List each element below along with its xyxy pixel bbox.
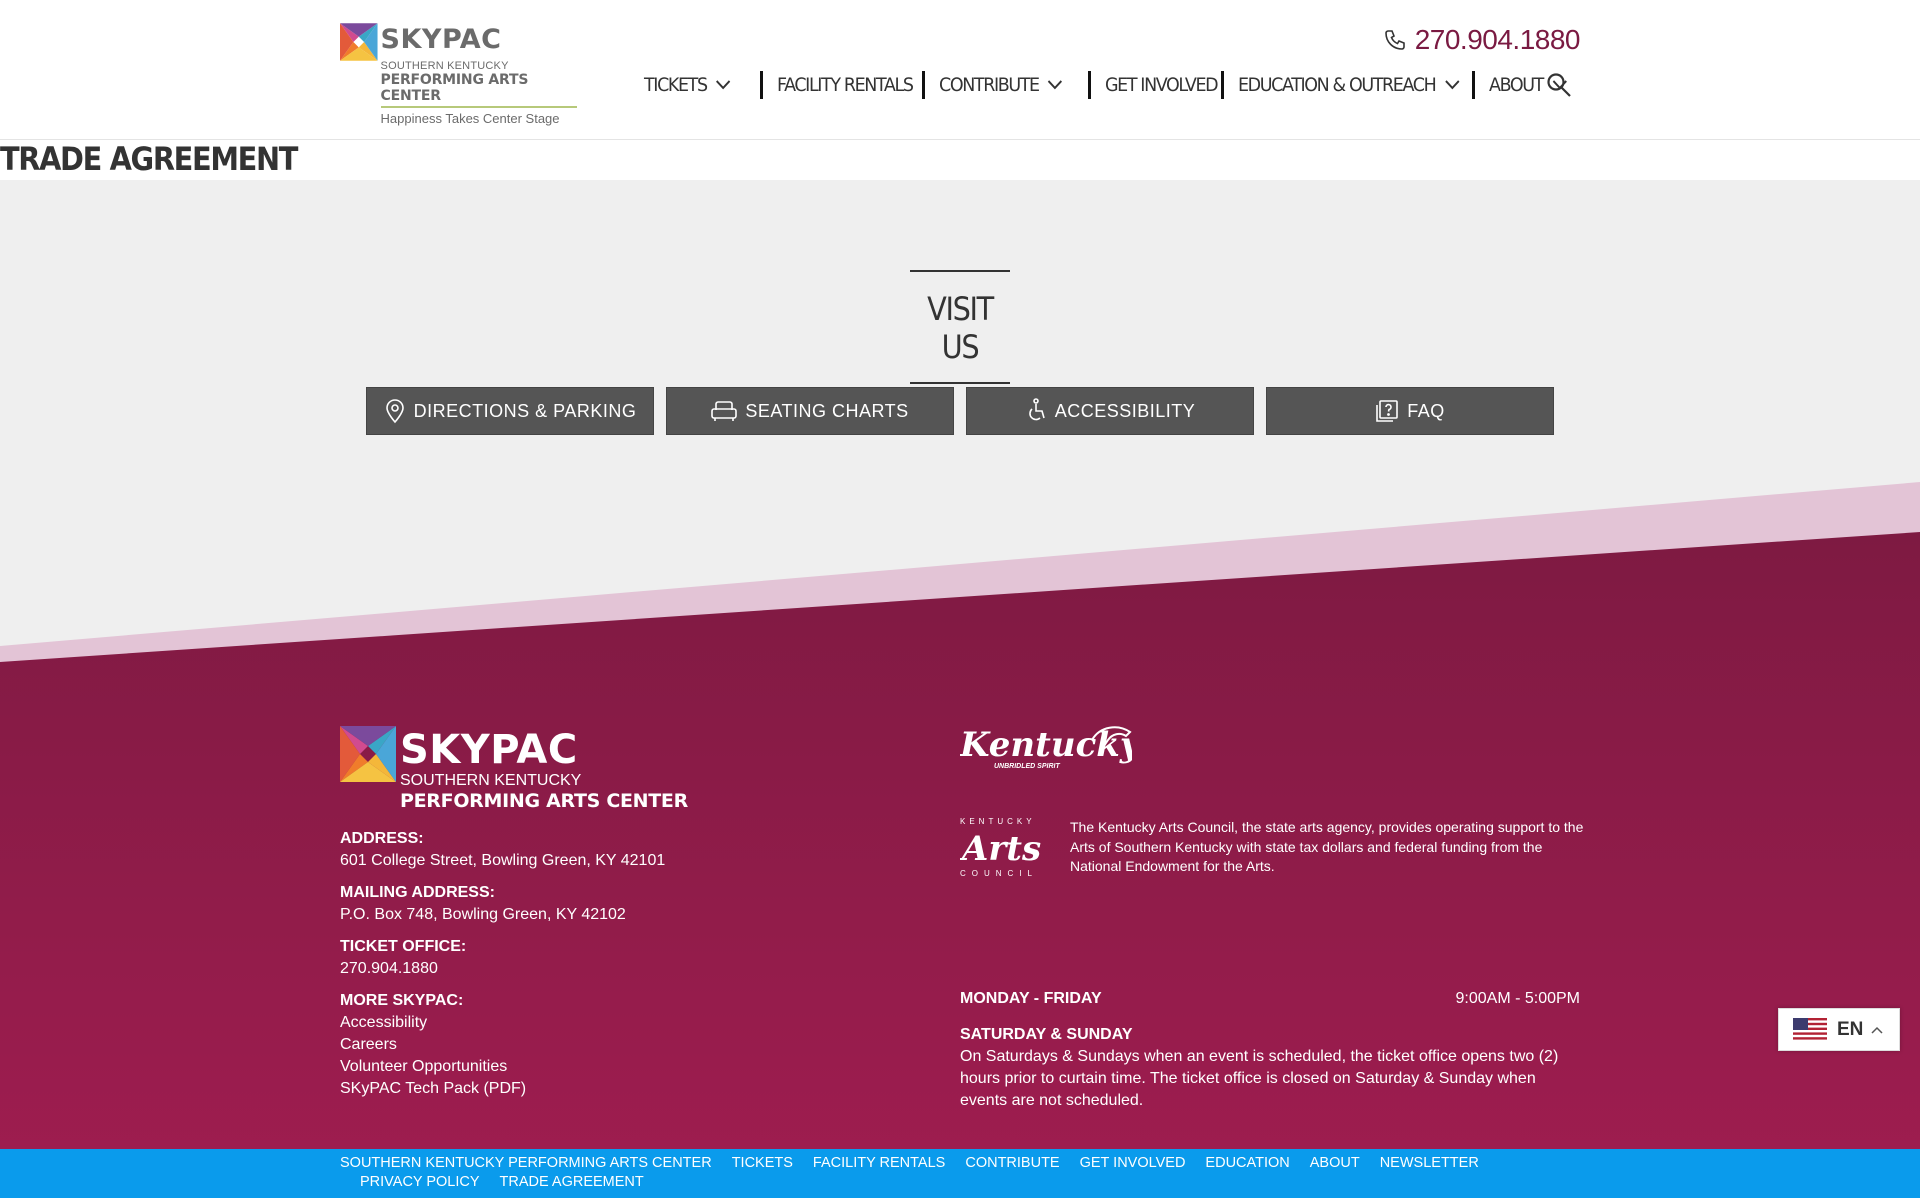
chevron-down-icon[interactable] <box>1048 80 1063 90</box>
faq-label: FAQ <box>1407 400 1445 421</box>
logo-tagline: Happiness Takes Center Stage <box>380 111 560 126</box>
bottom-link-get-involved[interactable]: GET INVOLVED <box>1080 1154 1186 1173</box>
more-skypac-label: MORE SKYPAC: <box>340 992 464 1009</box>
bottom-link-about[interactable]: ABOUT <box>1310 1154 1360 1173</box>
map-pin-icon <box>385 399 404 424</box>
bottom-link-newsletter[interactable]: NEWSLETTER <box>1380 1154 1479 1173</box>
mailing-address-value: P.O. Box 748, Bowling Green, KY 42102 <box>340 906 626 923</box>
logo-subtitle-1: SOUTHERN KENTUCKY <box>380 60 509 72</box>
nav-contribute-label: CONTRIBUTE <box>939 74 1040 96</box>
footer-link-tech-pack[interactable]: SKyPAC Tech Pack (PDF) <box>340 1078 665 1100</box>
nav-facility-rentals[interactable]: FACILITY RENTALS <box>777 74 914 96</box>
bottom-link-privacy-policy[interactable]: PRIVACY POLICY <box>360 1173 480 1192</box>
kentucky-wordmark: Kentucky <box>960 725 1132 765</box>
nav-divider <box>1472 71 1476 99</box>
footer-contact-info: ADDRESS: 601 College Street, Bowling Gre… <box>340 828 665 1110</box>
nav-contribute[interactable]: CONTRIBUTE <box>939 74 1063 96</box>
faq-button[interactable]: FAQ <box>1266 387 1554 435</box>
logo-divider <box>380 106 577 108</box>
nav-education-outreach[interactable]: EDUCATION & OUTREACH <box>1238 74 1459 96</box>
bottom-links: SOUTHERN KENTUCKY PERFORMING ARTS CENTER… <box>340 1154 1580 1192</box>
kentucky-arts-council-logo[interactable]: KENTUCKY Arts COUNCIL <box>960 816 1050 878</box>
bottom-link-tickets[interactable]: TICKETS <box>732 1154 793 1173</box>
accessibility-label: ACCESSIBILITY <box>1054 400 1196 421</box>
skypac-star-icon <box>340 23 378 61</box>
main-nav: TICKETS FACILITY RENTALS CONTRIBUTE GET … <box>644 70 1574 100</box>
nav-divider <box>922 71 926 99</box>
search-icon[interactable] <box>1546 72 1572 98</box>
visit-buttons: DIRECTIONS & PARKING SEATING CHARTS ACCE… <box>366 387 1554 435</box>
page-title: TRADE AGREEMENT <box>0 140 298 178</box>
nav-get-involved[interactable]: GET INVOLVED <box>1104 74 1219 96</box>
bottom-link-education[interactable]: EDUCATION <box>1205 1154 1289 1173</box>
bottom-link-facility-rentals[interactable]: FACILITY RENTALS <box>813 1154 945 1173</box>
seating-charts-label: SEATING CHARTS <box>745 400 909 421</box>
bottom-link-contribute[interactable]: CONTRIBUTE <box>965 1154 1059 1173</box>
weekend-hours-note: On Saturdays & Sundays when an event is … <box>960 1048 1559 1109</box>
footer-logo-name: SKYPAC <box>400 727 578 773</box>
mailing-address-label: MAILING ADDRESS: <box>340 884 495 901</box>
chevron-down-icon[interactable] <box>1444 80 1459 90</box>
skypac-star-icon <box>340 726 396 782</box>
nav-tickets[interactable]: TICKETS <box>644 74 731 96</box>
footer-skypac-logo[interactable]: SKYPAC SOUTHERN KENTUCKY PERFORMING ARTS… <box>340 726 688 812</box>
seating-charts-button[interactable]: SEATING CHARTS <box>666 387 954 435</box>
nav-divider <box>1087 71 1091 99</box>
site-header: SKYPAC SOUTHERN KENTUCKY PERFORMING ARTS… <box>0 0 1920 140</box>
header-phone-link[interactable]: 270.904.1880 <box>1383 24 1581 56</box>
nav-divider <box>760 71 764 99</box>
accessibility-button[interactable]: ACCESSIBILITY <box>966 387 1254 435</box>
us-flag-icon <box>1793 1017 1827 1042</box>
footer-link-accessibility[interactable]: Accessibility <box>340 1012 665 1034</box>
phone-number: 270.904.1880 <box>1414 24 1581 55</box>
seat-icon <box>711 401 738 421</box>
ticket-office-phone[interactable]: 270.904.1880 <box>340 958 665 980</box>
kentucky-unbridled-spirit-logo[interactable]: Kentucky UNBRIDLED SPIRIT <box>959 722 1142 777</box>
nav-facility-rentals-label: FACILITY RENTALS <box>777 74 914 96</box>
visit-us-title: VISIT US <box>927 290 994 366</box>
skypac-logo[interactable]: SKYPAC SOUTHERN KENTUCKY PERFORMING ARTS… <box>340 20 580 126</box>
ticket-office-hours: MONDAY - FRIDAY 9:00AM - 5:00PM SATURDAY… <box>960 990 1580 1112</box>
nav-get-involved-label: GET INVOLVED <box>1104 74 1219 96</box>
language-selector[interactable]: EN <box>1778 1008 1900 1051</box>
ticket-office-label: TICKET OFFICE: <box>340 938 467 955</box>
kentucky-logo-icon: Kentucky UNBRIDLED SPIRIT <box>959 725 1142 770</box>
nav-about-label: ABOUT <box>1489 74 1544 96</box>
footer-logo-subtitle-1: SOUTHERN KENTUCKY <box>400 772 582 789</box>
nav-education-outreach-label: EDUCATION & OUTREACH <box>1237 74 1437 96</box>
logo-name: SKYPAC <box>380 24 502 55</box>
nav-tickets-label: TICKETS <box>644 74 708 96</box>
kac-bottom-text: COUNCIL <box>960 869 1038 878</box>
kac-top-text: KENTUCKY <box>960 817 1036 826</box>
visit-us-heading: VISIT US <box>910 270 1010 384</box>
directions-parking-button[interactable]: DIRECTIONS & PARKING <box>366 387 654 435</box>
address-value: 601 College Street, Bowling Green, KY 42… <box>340 852 666 869</box>
faq-icon <box>1376 400 1399 422</box>
logo-subtitle-2: PERFORMING ARTS CENTER <box>380 72 529 104</box>
chevron-down-icon[interactable] <box>716 80 731 90</box>
address-label: ADDRESS: <box>340 830 424 847</box>
weekday-hours-label: MONDAY - FRIDAY <box>960 990 1102 1007</box>
accessibility-icon <box>1028 398 1045 421</box>
footer-link-careers[interactable]: Careers <box>340 1034 665 1056</box>
phone-icon <box>1384 30 1405 50</box>
directions-parking-label: DIRECTIONS & PARKING <box>413 400 637 421</box>
footer-logo-subtitle-2: PERFORMING ARTS CENTER <box>400 790 688 812</box>
kentucky-tagline: UNBRIDLED SPIRIT <box>994 763 1060 770</box>
heading-rule <box>910 382 1010 384</box>
nav-divider <box>1220 71 1224 99</box>
language-code: EN <box>1837 1018 1864 1040</box>
weekend-hours-label: SATURDAY & SUNDAY <box>960 1026 1133 1043</box>
chevron-up-icon <box>1871 1026 1883 1034</box>
footer-link-volunteer[interactable]: Volunteer Opportunities <box>340 1056 665 1078</box>
kac-arts-text: Arts <box>960 829 1041 869</box>
bottom-link-skpac[interactable]: SOUTHERN KENTUCKY PERFORMING ARTS CENTER <box>340 1154 712 1173</box>
kentucky-arts-council: KENTUCKY Arts COUNCIL The Kentucky Arts … <box>960 816 1590 878</box>
kac-description: The Kentucky Arts Council, the state art… <box>1070 819 1584 874</box>
weekday-hours-time: 9:00AM - 5:00PM <box>1455 990 1581 1007</box>
bottom-link-trade-agreement[interactable]: TRADE AGREEMENT <box>500 1173 644 1192</box>
